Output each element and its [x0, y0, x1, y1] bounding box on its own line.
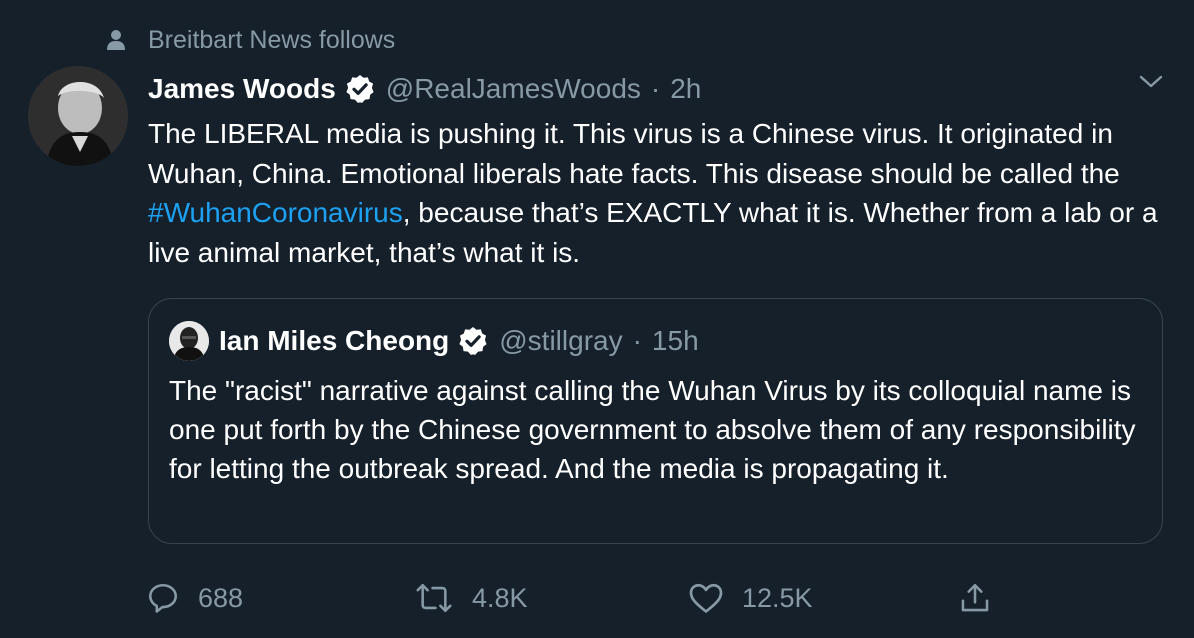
reply-count: 688: [198, 582, 244, 613]
retweet-count: 4.8K: [472, 582, 528, 613]
author-name[interactable]: James Woods: [148, 73, 336, 105]
verified-badge-icon: [346, 75, 374, 103]
quoted-tweet-header: Ian Miles Cheong @stillgray · 15h: [169, 321, 699, 361]
separator: ·: [650, 73, 661, 104]
tweet-text: The LIBERAL media is pushing it. This vi…: [148, 114, 1178, 272]
verified-badge-icon: [459, 327, 487, 355]
retweet-icon: [416, 583, 452, 613]
author-avatar[interactable]: [28, 66, 128, 166]
person-icon: [100, 24, 132, 56]
tweet-action-bar: 688 4.8K 12.5K: [146, 578, 1006, 618]
like-count: 12.5K: [742, 582, 813, 613]
heart-icon: [689, 583, 723, 613]
reply-icon: [148, 583, 178, 613]
quoted-author-name[interactable]: Ian Miles Cheong: [219, 325, 449, 357]
separator: ·: [632, 325, 642, 356]
like-button[interactable]: 12.5K: [688, 578, 813, 618]
share-button[interactable]: [958, 578, 1010, 618]
social-context[interactable]: Breitbart News follows: [100, 24, 395, 56]
quoted-tweet-text: The "racist" narrative against calling t…: [169, 375, 1136, 484]
author-handle[interactable]: @RealJamesWoods: [386, 73, 641, 105]
share-icon: [961, 583, 989, 612]
tweet-text-part: The LIBERAL media is pushing it. This vi…: [148, 118, 1120, 189]
tweet-header: James Woods @RealJamesWoods · 2h: [148, 70, 1134, 108]
quoted-author-handle[interactable]: @stillgray: [499, 325, 622, 357]
social-context-text: Breitbart News follows: [148, 25, 396, 54]
hashtag-link[interactable]: #WuhanCoronavirus: [148, 197, 403, 228]
chevron-down-icon[interactable]: [1133, 64, 1169, 100]
quoted-author-avatar[interactable]: [169, 321, 209, 361]
retweet-button[interactable]: 4.8K: [414, 578, 528, 618]
quoted-tweet-timestamp[interactable]: 15h: [652, 325, 699, 357]
quoted-tweet[interactable]: Ian Miles Cheong @stillgray · 15h The "r…: [148, 298, 1163, 544]
reply-button[interactable]: 688: [146, 578, 243, 618]
tweet-timestamp[interactable]: 2h: [670, 73, 701, 105]
